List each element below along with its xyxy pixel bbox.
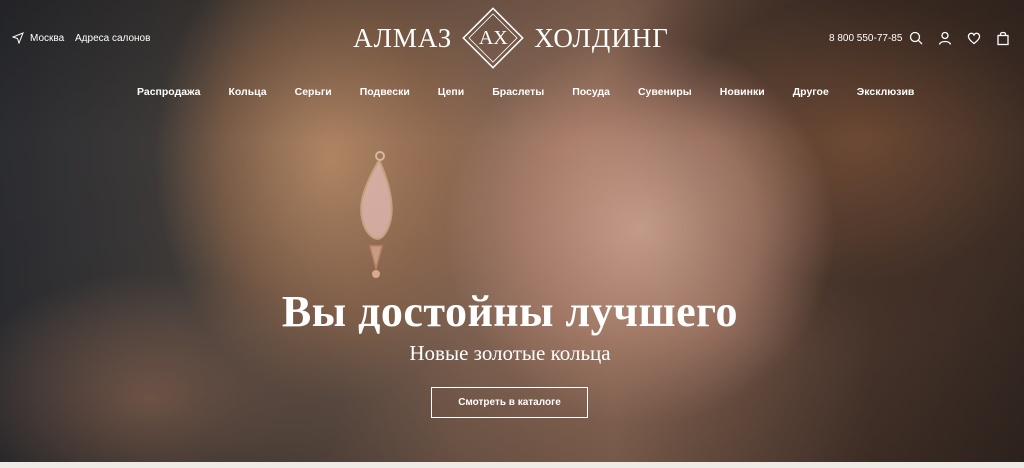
nav-item-souvenirs[interactable]: Сувениры [638, 86, 692, 98]
logo-word-left: АЛМАЗ [353, 22, 453, 53]
hero-subline: Новые золотые кольца [409, 341, 611, 365]
nav-item-other[interactable]: Другое [793, 86, 829, 98]
phone-link[interactable]: 8 800 550-77-85 [829, 33, 902, 44]
site-header: Москва Адреса салонов АЛМАЗ АХ ХОЛДИНГ 8… [0, 0, 1024, 98]
bag-icon[interactable] [995, 30, 1011, 46]
nav-item-earrings[interactable]: Серьги [295, 86, 332, 98]
page-bottom-strip [0, 462, 1024, 468]
nav-item-chains[interactable]: Цепи [438, 86, 464, 98]
earring-image [360, 151, 393, 278]
heart-icon[interactable] [966, 30, 982, 46]
city-selector[interactable]: Москва [12, 32, 64, 44]
nav-item-new[interactable]: Новинки [720, 86, 765, 98]
nav-item-tableware[interactable]: Посуда [572, 86, 610, 98]
salons-link[interactable]: Адреса салонов [75, 33, 150, 44]
nav-item-bracelets[interactable]: Браслеты [492, 86, 544, 98]
nav-item-rings[interactable]: Кольца [229, 86, 267, 98]
logo-word-right: ХОЛДИНГ [534, 22, 669, 53]
logo-diamond-mark: АХ [456, 1, 530, 75]
city-label: Москва [30, 32, 65, 44]
catalog-cta-button[interactable]: Смотреть в каталоге [431, 387, 588, 418]
logo[interactable]: АЛМАЗ АХ ХОЛДИНГ [333, 2, 689, 74]
user-icon[interactable] [937, 30, 953, 46]
hero-headline: Вы достойны лучшего [281, 287, 739, 336]
location-arrow-icon [12, 32, 24, 44]
header-actions [908, 30, 1011, 46]
main-nav: Распродажа Кольца Серьги Подвески Цепи Б… [137, 86, 914, 98]
search-icon[interactable] [908, 30, 924, 46]
nav-item-sale[interactable]: Распродажа [137, 86, 201, 98]
nav-item-exclusive[interactable]: Эксклюзив [857, 86, 915, 98]
logo-mark-letters: АХ [478, 26, 508, 49]
nav-item-pendants[interactable]: Подвески [360, 86, 410, 98]
